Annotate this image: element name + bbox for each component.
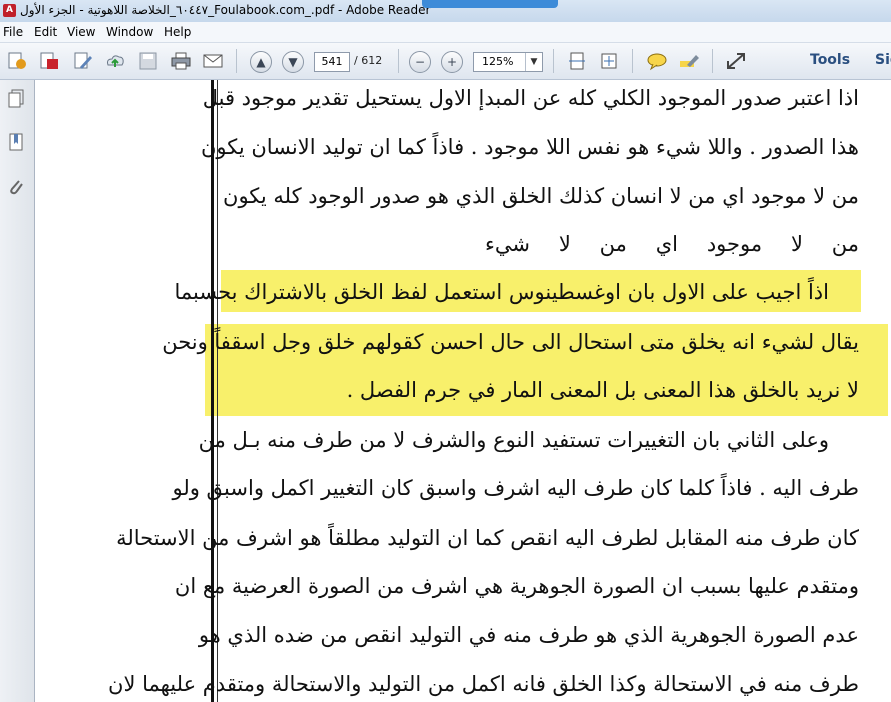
fit-width-icon[interactable] [598,51,620,71]
highlight-icon[interactable] [678,51,700,71]
page-total: / 612 [354,54,383,67]
sign-button[interactable]: Sig [875,52,891,68]
email-icon[interactable] [202,51,224,71]
text-line: يقال لشيء انه يخلق متى استحال الى حال اح… [162,330,859,354]
text-line: كان طرف منه المقابل لطرف اليه انقص كما ا… [116,526,859,550]
window-title: ٦٠٤٤٧_الخلاصة اللاهوتية - الجزء الأول_Fo… [20,3,431,17]
menu-help[interactable]: Help [164,25,191,39]
print-icon[interactable] [170,51,192,71]
toolbar: ▲ ▼ 541 / 612 − + 125% ▼ Tools Sig [0,43,891,80]
zoom-select[interactable]: 125% ▼ [473,52,543,72]
document-viewer[interactable]: اذا اعتبر صدور الموجود الكلي كله عن المب… [35,80,891,702]
text-line: وعلى الثاني بان التغييرات تستفيد النوع و… [198,428,829,452]
page-border [211,80,214,702]
menu-view[interactable]: View [67,25,95,39]
menu-file[interactable]: File [3,25,23,39]
fit-page-icon[interactable] [566,51,588,71]
menu-window[interactable]: Window [106,25,153,39]
tools-button[interactable]: Tools [810,52,850,68]
previous-page-icon[interactable]: ▲ [250,51,272,73]
text-line: لا نريد بالخلق هذا المعنى بل المعنى الما… [346,378,859,402]
zoom-value: 125% [482,55,514,68]
text-line: طرف منه في الاستحالة وكذا الخلق فانه اكم… [108,672,859,696]
zoom-out-icon[interactable]: − [409,51,431,73]
next-page-icon[interactable]: ▼ [282,51,304,73]
text-line: ومتقدم عليها بسبب ان الصورة الجوهرية هي … [174,574,859,598]
comment-icon[interactable] [646,51,668,71]
text-line: هذا الصدور . واللا شيء هو نفس اللا موجود… [200,135,859,159]
pages-icon[interactable] [6,88,26,110]
text-line: عدم الصورة الجوهرية الذي هو طرف منه في ا… [198,623,859,647]
text-line: من لا موجود اي من لا انسان كذلك الخلق ال… [223,184,859,208]
adobe-reader-icon: A [3,4,16,17]
bookmarks-icon[interactable] [6,132,26,154]
edit-icon[interactable] [72,51,94,71]
text-line: اذا اعتبر صدور الموجود الكلي كله عن المب… [202,86,859,110]
navigation-panel [0,80,35,702]
page-number-input[interactable]: 541 [314,52,350,72]
text-line: من لا موجود اي من لا شيء [485,232,859,256]
title-bar-tab[interactable] [422,0,558,8]
title-bar: A ٦٠٤٤٧_الخلاصة اللاهوتية - الجزء الأول_… [0,0,891,23]
attachments-icon[interactable] [6,176,26,198]
chevron-down-icon[interactable]: ▼ [525,53,542,71]
menu-edit[interactable]: Edit [34,25,57,39]
page-border-inner [217,80,218,702]
text-line: طرف اليه . فاذاً كلما كان طرف اليه اشرف … [172,476,859,500]
text-line: اذاً اجيب على الاول بان اوغسطينوس استعمل… [174,280,829,304]
zoom-in-icon[interactable]: + [441,51,463,73]
convert-icon[interactable] [38,51,60,71]
create-icon[interactable] [6,51,28,71]
save-icon[interactable] [137,51,159,71]
fullscreen-icon[interactable] [725,51,747,71]
menu-bar: File Edit View Window Help [0,22,891,43]
upload-icon[interactable] [104,51,126,71]
